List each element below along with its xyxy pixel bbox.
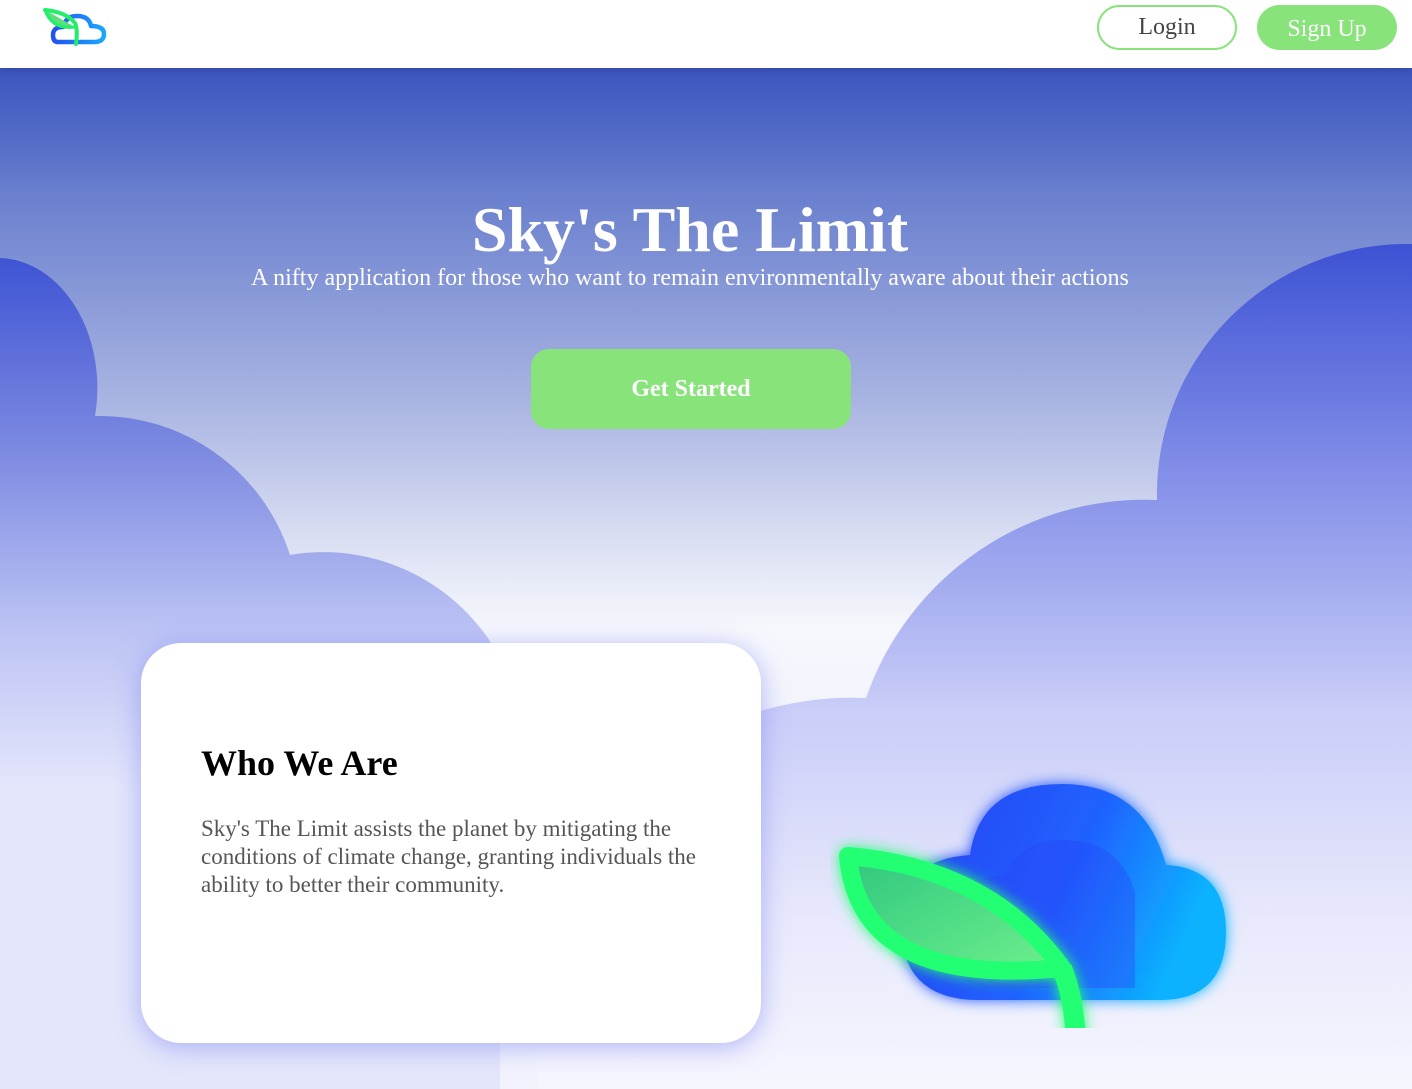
card-description: Sky's The Limit assists the planet by mi…: [201, 816, 697, 897]
navbar: Login Sign Up: [0, 0, 1412, 68]
who-we-are-card: Who We Are Sky's The Limit assists the p…: [141, 643, 761, 1043]
hero-section: Sky's The Limit A nifty application for …: [0, 68, 1412, 1089]
leaf-cloud-illustration-icon: [839, 784, 1226, 1028]
leaf-cloud-logo-icon[interactable]: [42, 6, 108, 48]
hero-title: Sky's The Limit: [471, 194, 909, 265]
card-title: Who We Are: [201, 743, 398, 783]
hero-subtitle: A nifty application for those who want t…: [251, 265, 1129, 291]
signup-button[interactable]: Sign Up: [1257, 5, 1397, 50]
login-button[interactable]: Login: [1097, 5, 1237, 50]
get-started-button[interactable]: Get Started: [531, 349, 851, 429]
